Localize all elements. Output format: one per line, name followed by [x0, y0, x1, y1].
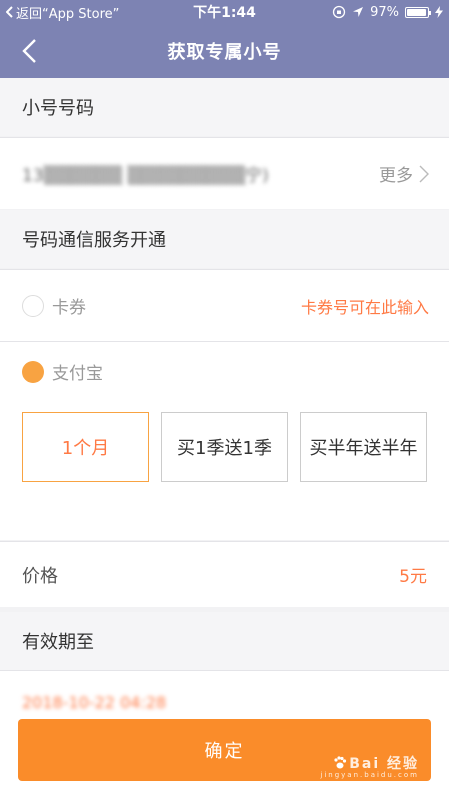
expire-value: 2018-10-22 04:28: [22, 693, 167, 712]
more-label: 更多: [379, 166, 413, 186]
status-bar: 返回“App Store” 下午1:44 97%: [0, 0, 449, 24]
chevron-right-icon: [419, 165, 429, 182]
plan-option-1[interactable]: 1个月: [22, 412, 149, 482]
baidu-watermark: Bai 经验 jingyan.baidu.com: [320, 753, 419, 779]
page-title: 获取专属小号: [167, 42, 282, 63]
more-button[interactable]: 更多: [379, 161, 429, 186]
chevron-left-icon: [22, 39, 36, 63]
coupon-radio[interactable]: [22, 294, 44, 317]
status-back-text: 返回“App Store”: [16, 6, 120, 22]
coupon-row[interactable]: 卡券 卡券号可在此输入: [0, 269, 449, 341]
price-row: 价格 5元: [0, 541, 449, 607]
price-value: 5元: [399, 567, 427, 587]
status-time: 下午1:44: [193, 5, 256, 21]
back-button[interactable]: [12, 34, 46, 68]
alipay-row[interactable]: 支付宝: [0, 341, 449, 401]
charging-icon: [434, 6, 443, 18]
battery-icon: [404, 6, 431, 18]
section-service-title: 号码通信服务开通: [0, 210, 449, 268]
phone-number: 13▒▒▒▒▒▒ ▒▒▒▒▒▒▒▒▒宁): [22, 166, 269, 186]
plan-option-2[interactable]: 买1季送1季: [161, 412, 288, 482]
status-back[interactable]: 返回“App Store”: [6, 3, 166, 22]
confirm-button[interactable]: 确定 Bai 经验 jingyan.baidu.com: [18, 719, 431, 781]
watermark-sub: jingyan.baidu.com: [320, 771, 419, 779]
watermark-brand: Bai 经验: [349, 756, 419, 772]
section-expire-title: 有效期至: [0, 612, 449, 670]
coupon-input-link[interactable]: 卡券号可在此输入: [301, 294, 429, 318]
section-number-title: 小号号码: [0, 78, 449, 136]
price-label: 价格: [22, 565, 58, 587]
back-small-icon: [6, 6, 13, 18]
coupon-label: 卡券: [52, 298, 86, 318]
orientation-lock-icon: [332, 5, 346, 19]
alipay-radio[interactable]: [22, 360, 44, 383]
navigation-bar: 获取专属小号: [0, 24, 449, 78]
number-row[interactable]: 13▒▒▒▒▒▒ ▒▒▒▒▒▒▒▒▒宁) 更多: [0, 137, 449, 209]
battery-percent: 97%: [370, 4, 399, 20]
plan-option-3[interactable]: 买半年送半年: [300, 412, 427, 482]
paw-icon: [334, 756, 347, 769]
location-icon: [353, 7, 364, 17]
confirm-label: 确定: [204, 741, 245, 762]
plan-options: 1个月 买1季送1季 买半年送半年: [0, 400, 449, 540]
alipay-label: 支付宝: [52, 364, 103, 384]
